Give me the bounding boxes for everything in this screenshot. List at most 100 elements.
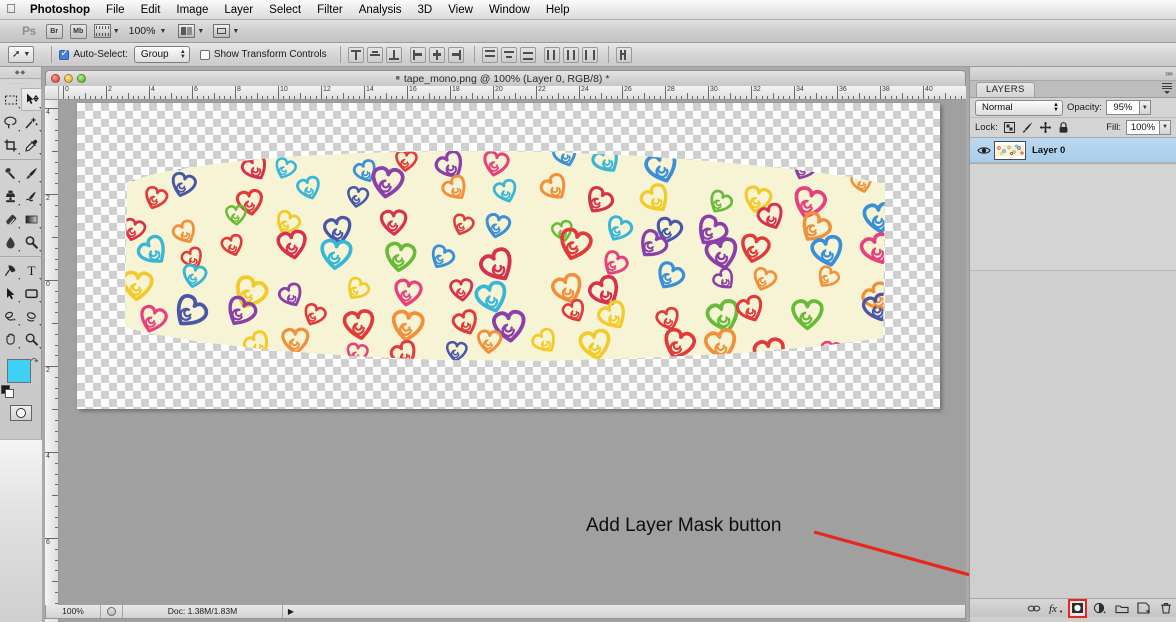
menu-window[interactable]: Window	[481, 0, 538, 20]
menu-layer[interactable]: Layer	[216, 0, 261, 20]
status-preview-icon[interactable]	[101, 605, 123, 618]
launch-mini-bridge-button[interactable]: Mb	[69, 23, 87, 39]
menu-select[interactable]: Select	[261, 0, 309, 20]
fill-slider-chevron-icon[interactable]: ▼	[1160, 119, 1171, 135]
ruler-corner[interactable]	[45, 86, 59, 100]
align-bottom-edges-button[interactable]	[385, 46, 402, 63]
magic-wand-tool[interactable]	[21, 111, 42, 134]
link-layers-button[interactable]	[1026, 601, 1041, 616]
distribute-right-edges-button[interactable]	[581, 46, 598, 63]
menu-3d[interactable]: 3D	[410, 0, 441, 20]
lock-all-icon[interactable]	[1057, 121, 1070, 134]
menu-help[interactable]: Help	[538, 0, 578, 20]
align-right-edges-button[interactable]	[447, 46, 464, 63]
distribute-horizontal-centers-button[interactable]	[562, 46, 579, 63]
align-vertical-centers-button[interactable]	[366, 46, 383, 63]
arrange-documents-dropdown[interactable]: ▼	[178, 24, 204, 38]
3d-object-rotate-tool[interactable]	[0, 305, 21, 328]
distribute-bottom-edges-button[interactable]	[519, 46, 536, 63]
zoom-chevron-down-icon[interactable]: ▼	[159, 28, 166, 35]
zoom-tool[interactable]	[21, 328, 42, 351]
new-group-button[interactable]	[1114, 601, 1129, 616]
vertical-ruler[interactable]: 4 2 0 2 4 6	[45, 100, 59, 622]
lock-position-icon[interactable]	[1039, 121, 1052, 134]
toolbox-drag-dots[interactable]: ········	[0, 79, 41, 88]
history-brush-tool[interactable]	[21, 185, 42, 208]
layer-style-fx-button[interactable]: fx	[1048, 601, 1063, 616]
opacity-slider-chevron-icon[interactable]: ▼	[1139, 100, 1151, 115]
launch-bridge-button[interactable]: Br	[45, 23, 63, 39]
menu-edit[interactable]: Edit	[133, 0, 169, 20]
type-tool[interactable]: T	[21, 259, 42, 282]
layer-visibility-toggle[interactable]	[974, 145, 994, 156]
distribute-left-edges-button[interactable]	[543, 46, 560, 63]
menu-analysis[interactable]: Analysis	[351, 0, 410, 20]
close-button[interactable]	[51, 74, 60, 83]
lock-image-pixels-icon[interactable]	[1021, 121, 1034, 134]
eyedropper-tool[interactable]	[21, 134, 42, 157]
collapse-panels-icon[interactable]: »»	[1165, 69, 1173, 78]
zoom-level-value[interactable]: 100%	[129, 25, 156, 37]
apple-menu-icon[interactable]: 	[0, 2, 22, 17]
spot-healing-brush-tool[interactable]	[0, 162, 21, 185]
quick-mask-mode-button[interactable]	[0, 401, 42, 425]
3d-camera-rotate-tool[interactable]	[21, 305, 42, 328]
hand-tool[interactable]	[0, 328, 21, 351]
distribute-top-edges-button[interactable]	[481, 46, 498, 63]
default-colors-icon[interactable]	[1, 385, 14, 398]
lasso-tool[interactable]	[0, 111, 21, 134]
move-tool[interactable]	[21, 88, 42, 111]
fill-value-field[interactable]: 100%	[1126, 119, 1160, 135]
blur-tool[interactable]	[0, 231, 21, 254]
view-extras-dropdown[interactable]: ▼	[93, 24, 120, 38]
menu-image[interactable]: Image	[168, 0, 216, 20]
artboard-transparency-checkerboard[interactable]	[77, 103, 940, 409]
table-row[interactable]: Layer 0	[970, 138, 1176, 163]
clone-stamp-tool[interactable]	[0, 185, 21, 208]
eraser-tool[interactable]	[0, 208, 21, 231]
menu-view[interactable]: View	[440, 0, 481, 20]
tab-layers[interactable]: LAYERS	[976, 82, 1035, 97]
align-horizontal-centers-button[interactable]	[428, 46, 445, 63]
opacity-value-field[interactable]: 95%	[1105, 100, 1140, 115]
swap-colors-icon[interactable]: ↶	[31, 356, 39, 367]
horizontal-ruler[interactable]: 0 2 4 6 8 10 12 14 16 18 20 22 24 26 28 30 32 34 36 38 40	[59, 86, 966, 100]
dodge-tool[interactable]	[21, 231, 42, 254]
menu-file[interactable]: File	[98, 0, 133, 20]
delete-layer-button[interactable]	[1158, 601, 1173, 616]
distribute-vertical-centers-button[interactable]	[500, 46, 517, 63]
pen-tool[interactable]	[0, 259, 21, 282]
zoom-window-button[interactable]	[77, 74, 86, 83]
gradient-tool[interactable]	[21, 208, 42, 231]
panel-dock-header[interactable]: »»	[970, 67, 1176, 81]
auto-select-scope-select[interactable]: Group ▲ ▼	[133, 46, 190, 63]
crop-tool[interactable]	[0, 134, 21, 157]
layer-thumbnail[interactable]	[994, 140, 1026, 160]
screen-mode-dropdown[interactable]: ▼	[213, 24, 239, 38]
new-layer-button[interactable]	[1136, 601, 1151, 616]
brush-tool[interactable]	[21, 162, 42, 185]
show-transform-controls-checkbox[interactable]	[199, 49, 210, 60]
current-tool-preset-picker[interactable]: ➚ ▼	[8, 46, 35, 63]
auto-align-layers-button[interactable]	[615, 46, 632, 63]
foreground-color-swatch[interactable]	[7, 359, 31, 383]
align-top-edges-button[interactable]	[347, 46, 364, 63]
blend-mode-select[interactable]: Normal ▲ ▼	[975, 99, 1063, 116]
rectangle-shape-tool[interactable]	[21, 282, 42, 305]
align-left-edges-button[interactable]	[409, 46, 426, 63]
status-zoom-value[interactable]: 100%	[46, 605, 101, 618]
new-adjustment-layer-button[interactable]	[1092, 601, 1107, 616]
layer-name[interactable]: Layer 0	[1032, 145, 1065, 156]
toolbox-collapse-handle[interactable]: ◆◆	[0, 67, 41, 79]
menu-photoshop[interactable]: Photoshop	[22, 0, 98, 20]
auto-select-checkbox[interactable]	[59, 48, 70, 60]
rectangular-marquee-tool[interactable]	[0, 88, 21, 111]
add-layer-mask-button[interactable]	[1068, 598, 1087, 618]
path-selection-tool[interactable]	[0, 282, 21, 305]
panel-menu-icon[interactable]	[1159, 83, 1172, 94]
lock-transparent-pixels-icon[interactable]	[1003, 121, 1016, 134]
menu-filter[interactable]: Filter	[309, 0, 351, 20]
minimize-button[interactable]	[64, 74, 73, 83]
document-title-bar[interactable]: ■ tape_mono.png @ 100% (Layer 0, RGB/8) …	[45, 70, 966, 86]
status-menu-arrow-icon[interactable]: ▶	[283, 607, 299, 616]
